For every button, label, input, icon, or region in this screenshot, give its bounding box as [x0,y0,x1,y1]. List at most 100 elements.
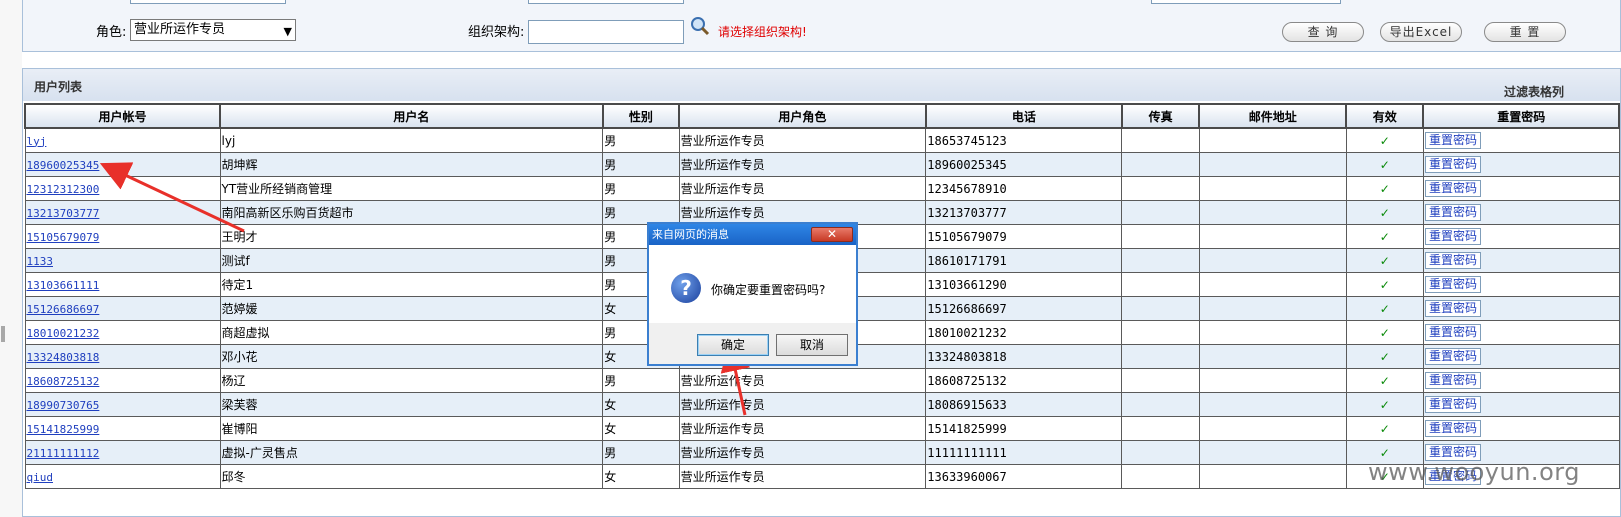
role-cell: 营业所运作专员 [678,464,927,489]
account-link[interactable]: 15141825999 [27,423,100,436]
chevron-down-icon: ▼ [283,25,292,38]
phone-cell: 13324803818 [925,344,1123,369]
phone-cell: 18086915633 [925,392,1123,417]
account-link[interactable]: 13324803818 [27,351,100,364]
gender-cell: 男 [602,152,680,177]
reset-password-button[interactable]: 重置密码 [1424,180,1481,197]
reset-cell: 重置密码 [1422,416,1620,441]
account-cell: 18960025345 [24,152,221,177]
reset-password-button[interactable]: 重置密码 [1424,372,1481,389]
name-cell: YT营业所经销商管理 [219,176,604,201]
reset-password-button[interactable]: 重置密码 [1424,324,1481,341]
org-hint: 请选择组织架构! [718,25,807,39]
role-select[interactable]: 营业所运作专员 ▼ [130,19,296,41]
valid-check-icon: ✓ [1345,392,1424,417]
reset-password-button[interactable]: 重置密码 [1424,252,1481,269]
cancel-button[interactable]: 取消 [776,334,848,356]
email-cell [1198,320,1347,345]
top-field-stub[interactable] [130,0,286,4]
email-cell [1198,200,1347,225]
list-title-bar: 用户列表 过滤表格列 [23,69,1620,101]
confirm-dialog: 来自网页的消息 ✕ ? 你确定要重置密码吗? 确定 取消 [647,222,858,366]
reset-cell: 重置密码 [1422,392,1620,417]
ok-button[interactable]: 确定 [697,334,769,356]
valid-check-icon: ✓ [1345,416,1424,441]
email-cell [1198,127,1347,153]
phone-cell: 18010021232 [925,320,1123,345]
reset-password-button[interactable]: 重置密码 [1424,156,1481,173]
gender-cell: 女 [602,464,680,489]
account-link[interactable]: 13213703777 [27,207,100,220]
account-link[interactable]: 12312312300 [27,183,100,196]
filter-columns-link[interactable]: 过滤表格列 [1504,83,1564,100]
column-header: 传真 [1120,103,1201,129]
question-icon: ? [671,273,701,303]
reset-password-button[interactable]: 重置密码 [1424,228,1481,245]
reset-password-button[interactable]: 重置密码 [1424,348,1481,365]
name-cell: 胡坤辉 [219,152,604,177]
fax-cell [1121,248,1200,273]
left-edge [0,0,22,517]
reset-cell: 重置密码 [1422,127,1620,153]
name-cell: 梁芙蓉 [219,392,604,417]
reset-password-button[interactable]: 重置密码 [1424,300,1481,317]
account-link[interactable]: 18010021232 [27,327,100,340]
email-cell [1198,224,1347,249]
valid-check-icon: ✓ [1345,127,1424,153]
account-link[interactable]: 18608725132 [27,375,100,388]
email-cell [1198,368,1347,393]
account-link[interactable]: 18990730765 [27,399,100,412]
gender-cell: 男 [602,176,680,201]
fax-cell [1121,320,1200,345]
org-input[interactable] [528,20,684,44]
account-link[interactable]: 15126686697 [27,303,100,316]
column-header: 用户帐号 [23,103,222,129]
magnifier-icon[interactable] [690,16,710,36]
fax-cell [1121,440,1200,465]
account-link[interactable]: lyj [27,135,47,148]
name-cell: 待定1 [219,272,604,297]
table-row: 15141825999 崔博阳女营业所运作专员 15141825999 ✓ 重置密码 [24,416,1620,441]
reset-password-button[interactable]: 重置密码 [1424,132,1481,149]
column-header: 用户角色 [678,103,927,129]
reset-password-button[interactable]: 重置密码 [1424,396,1481,413]
account-link[interactable]: 21111111112 [27,447,100,460]
top-field-stub[interactable] [528,0,684,4]
reset-cell: 重置密码 [1422,272,1620,297]
fax-cell [1121,296,1200,321]
phone-cell: 13633960067 [925,464,1123,489]
email-cell [1198,416,1347,441]
fax-cell [1121,344,1200,369]
role-select-value: 营业所运作专员 [134,22,226,37]
export-excel-button[interactable]: 导出Excel [1380,22,1462,42]
phone-cell: 13103661290 [925,272,1123,297]
account-link[interactable]: 15105679079 [27,231,100,244]
watermark: www.wooyun.org [1368,458,1580,486]
account-cell: 18010021232 [24,320,221,345]
list-title: 用户列表 [34,80,83,94]
account-link[interactable]: 1133 [27,255,54,268]
query-button[interactable]: 查 询 [1282,22,1364,42]
close-icon[interactable]: ✕ [811,227,853,242]
reset-cell: 重置密码 [1422,320,1620,345]
table-row: lyj lyj 男营业所运作专员 18653745123 ✓ 重置密码 [24,127,1620,153]
reset-cell: 重置密码 [1422,344,1620,369]
dialog-message: 你确定要重置密码吗? [711,283,826,297]
reset-password-button[interactable]: 重置密码 [1424,420,1481,437]
phone-cell: 18960025345 [925,152,1123,177]
account-cell: 15141825999 [24,416,221,441]
reset-button[interactable]: 重 置 [1484,22,1566,42]
account-link[interactable]: qiud [27,471,54,484]
account-link[interactable]: 13103661111 [27,279,100,292]
table-row: 12312312300 YT营业所经销商管理男营业所运作专员 12345678910… [24,176,1620,201]
account-cell: 18990730765 [24,392,221,417]
column-header: 重置密码 [1422,103,1620,129]
phone-cell: 15126686697 [925,296,1123,321]
table-header-row: 用户帐号 用户名 性别 用户角色 电话 传真 邮件地址 有效 重置密码 [23,103,1620,129]
reset-password-button[interactable]: 重置密码 [1424,276,1481,293]
email-cell [1198,152,1347,177]
name-cell: 商超虚拟 [219,320,604,345]
top-field-stub[interactable] [1151,0,1341,4]
account-link[interactable]: 18960025345 [27,159,100,172]
reset-password-button[interactable]: 重置密码 [1424,204,1481,221]
